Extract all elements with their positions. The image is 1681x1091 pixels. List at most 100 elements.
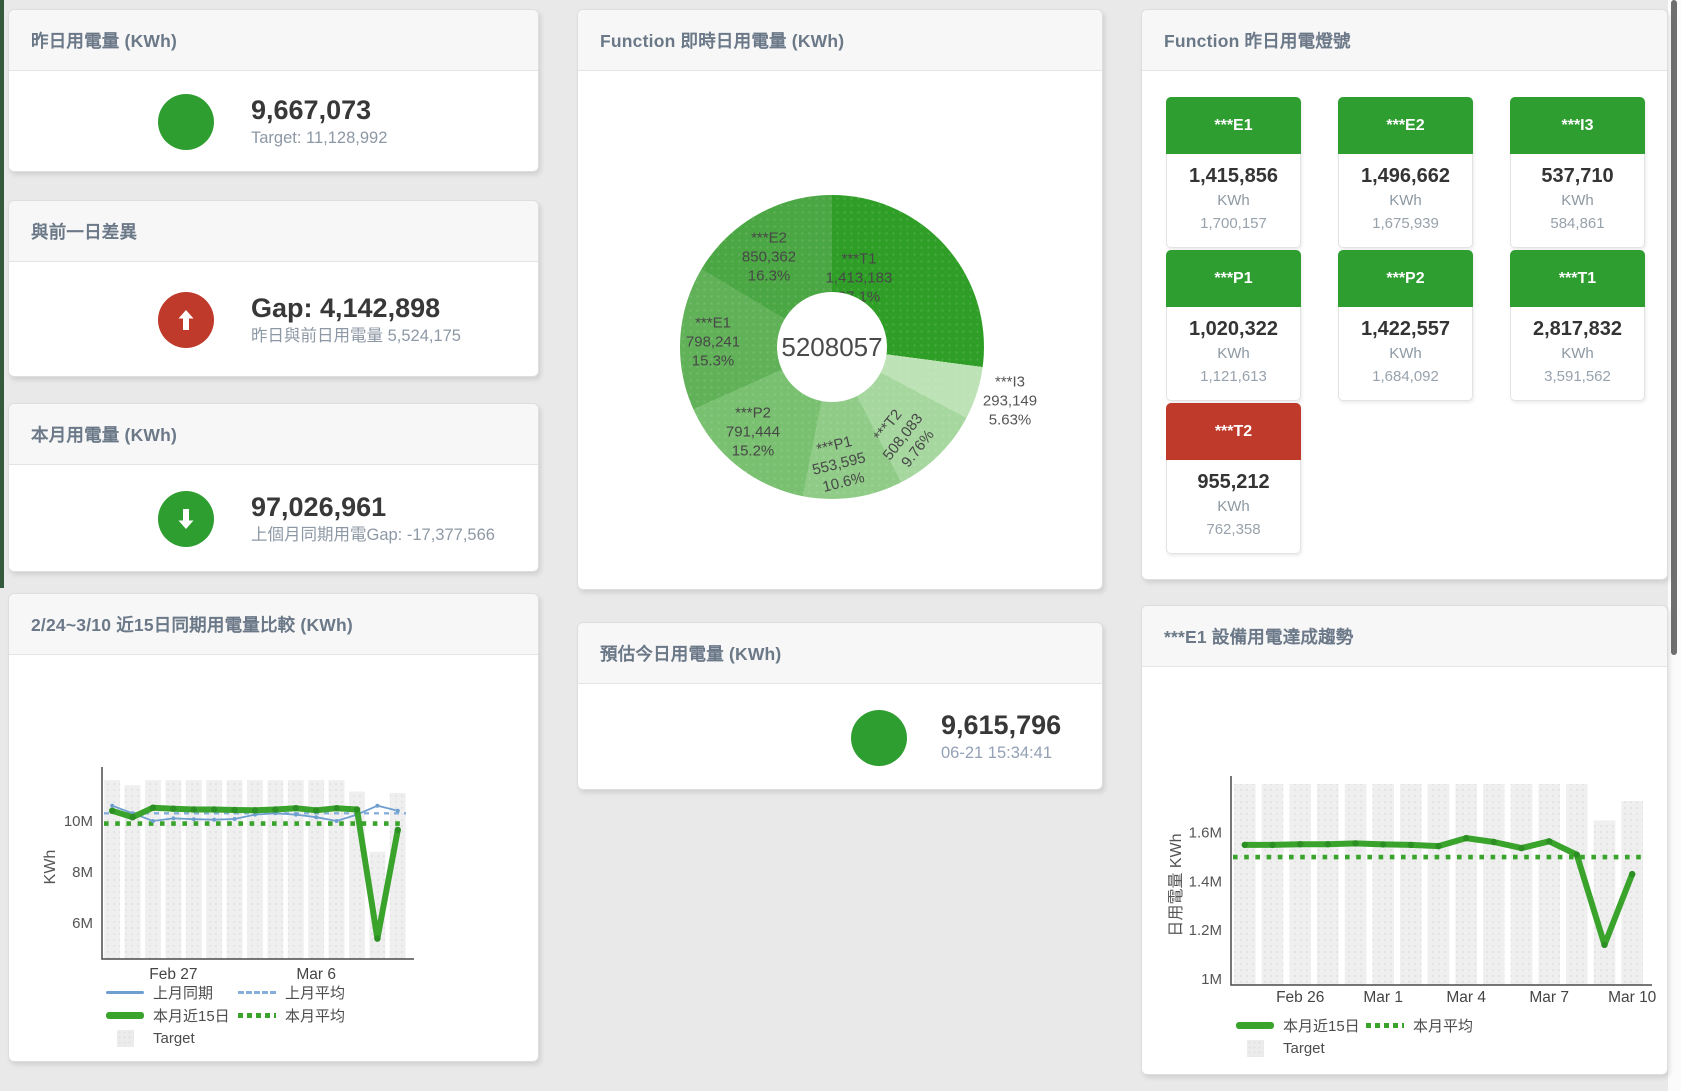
arrow-down-glyph [172,504,200,534]
title-text: 與前一日差異 [31,219,137,244]
legend-label: 上月平均 [285,982,345,1003]
legend-swatch-target [1236,1040,1274,1058]
light-tile-unit: KWh [1167,495,1300,518]
legend-item-target[interactable]: Target [106,1027,238,1050]
legend-swatch-blue-dash [238,984,276,1002]
light-tile-unit: KWh [1339,342,1472,365]
light-tile-body: 955,212KWh762,358 [1166,460,1301,554]
legend-item-target[interactable]: Target [1236,1037,1366,1060]
title-text: Function 昨日用電燈號 [1164,28,1351,53]
trend-chart-legend: 本月近15日 本月平均 Target [1236,1014,1496,1060]
compare-chart-legend: 上月同期 上月平均本月近15日 本月平均 Target [106,981,370,1050]
light-tile-header: ***P1 [1166,250,1301,307]
card-title: Function 昨日用電燈號 [1142,10,1667,71]
svg-text:Feb 26: Feb 26 [1276,989,1324,1006]
card-status-lights: Function 昨日用電燈號 ***E11,415,856KWh1,700,1… [1141,9,1668,580]
arrow-up-icon [158,292,214,348]
light-tile-body: 537,710KWh584,861 [1510,154,1645,248]
light-tile-p2: ***P21,422,557KWh1,684,092 [1338,250,1473,401]
arrow-up-glyph [172,305,200,335]
legend-item-green-dot[interactable]: 本月平均 [1366,1014,1496,1037]
light-tile-unit: KWh [1511,342,1644,365]
svg-text:1.6M: 1.6M [1189,825,1222,842]
kpi-subtext: Target: 11,128,992 [251,126,387,150]
legend-label: Target [1283,1040,1325,1057]
card-title: 與前一日差異 [9,201,538,262]
title-text: 預估今日用電量 (KWh) [600,641,781,666]
status-circle-icon [158,94,214,150]
left-edge-strip [0,0,4,588]
card-title: 昨日用電量 (KWh) [9,10,538,71]
donut-chart[interactable]: 5208057 ***T11,413,18327.1%***I3293,1495… [680,195,984,499]
light-tile-value: 2,817,832 [1511,316,1644,342]
legend-item-blue-line[interactable]: 上月同期 [106,981,238,1004]
light-tile-unit: KWh [1511,189,1644,212]
svg-text:1.2M: 1.2M [1189,922,1222,939]
light-tile-header: ***E1 [1166,97,1301,154]
kpi-subtext: 上個月同期用電Gap: -17,377,566 [251,523,495,547]
svg-text:10M: 10M [64,813,93,830]
legend-item-green-dot[interactable]: 本月平均 [238,1004,370,1027]
light-tile-value: 1,415,856 [1167,163,1300,189]
kpi-timestamp: 06-21 15:34:41 [941,741,1061,765]
legend-item-green-bold[interactable]: 本月近15日 [1236,1014,1366,1037]
legend-swatch-green-bold [106,1007,144,1025]
card-prev-day-gap: 與前一日差異 Gap: 4,142,898 昨日與前日用電量 5,524,175 [8,200,539,377]
legend-item-green-bold[interactable]: 本月近15日 [106,1004,238,1027]
card-month-usage: 本月用電量 (KWh) 97,026,961 上個月同期用電Gap: -17,3… [8,403,539,572]
card-title: 本月用電量 (KWh) [9,404,538,465]
legend-label: 本月平均 [285,1005,345,1026]
legend-label: 上月同期 [153,982,213,1003]
card-realtime-donut: Function 即時日用電量 (KWh) 5208057 ***T11,413… [577,9,1103,590]
title-text: 2/24~3/10 近15日同期用電量比較 (KWh) [31,612,353,637]
donut-slice-label: ***E1798,24115.3% [686,314,740,371]
light-tile-header: ***P2 [1338,250,1473,307]
svg-text:日用電量 KWh: 日用電量 KWh [1168,833,1185,936]
svg-text:1.4M: 1.4M [1189,873,1222,890]
kpi-value: 9,615,796 [941,710,1061,741]
legend-swatch-green-bold [1236,1017,1274,1035]
scrollbar-track[interactable] [1668,0,1681,1091]
title-text: 本月用電量 (KWh) [31,422,177,447]
card-e1-trend-chart: ***E1 設備用電達成趨勢 1M1.2M1.4M1.6MFeb 26Mar 1… [1141,605,1668,1075]
light-tile-e2: ***E21,496,662KWh1,675,939 [1338,97,1473,248]
card-title: 2/24~3/10 近15日同期用電量比較 (KWh) [9,594,538,655]
donut-slice-label: ***I3293,1495.63% [983,373,1037,430]
light-tile-header: ***E2 [1338,97,1473,154]
card-estimate-today: 預估今日用電量 (KWh) 9,615,796 06-21 15:34:41 [577,622,1103,790]
svg-text:Mar 4: Mar 4 [1446,989,1486,1006]
legend-label: 本月近15日 [153,1005,230,1026]
card-title: Function 即時日用電量 (KWh) [578,10,1102,71]
legend-swatch-target [106,1030,144,1048]
scrollbar-thumb[interactable] [1671,0,1677,655]
card-compare-chart: 2/24~3/10 近15日同期用電量比較 (KWh) 6M8M10MFeb 2… [8,593,539,1062]
light-tile-target: 762,358 [1167,518,1300,541]
light-tile-i3: ***I3537,710KWh584,861 [1510,97,1645,248]
kpi-value: Gap: 4,142,898 [251,293,461,324]
light-tile-target: 1,700,157 [1167,212,1300,235]
light-tile-body: 1,020,322KWh1,121,613 [1166,307,1301,401]
legend-label: 本月平均 [1413,1015,1473,1036]
light-tile-target: 1,675,939 [1339,212,1472,235]
light-tile-header: ***I3 [1510,97,1645,154]
light-tile-body: 2,817,832KWh3,591,562 [1510,307,1645,401]
donut-slice-label: ***P2791,44415.2% [726,404,780,461]
svg-text:KWh: KWh [42,850,59,885]
kpi-value: 97,026,961 [251,492,495,523]
light-tile-header: ***T2 [1166,403,1301,460]
light-tile-body: 1,496,662KWh1,675,939 [1338,154,1473,248]
kpi-value: 9,667,073 [251,95,387,126]
light-tile-header: ***T1 [1510,250,1645,307]
status-circle-icon [851,710,907,766]
light-tile-value: 537,710 [1511,163,1644,189]
status-tiles-grid: ***E11,415,856KWh1,700,157***E21,496,662… [1142,71,1667,582]
light-tile-body: 1,415,856KWh1,700,157 [1166,154,1301,248]
arrow-down-icon [158,491,214,547]
legend-swatch-blue-line [106,984,144,1002]
light-tile-value: 1,020,322 [1167,316,1300,342]
svg-text:1M: 1M [1201,971,1222,988]
legend-swatch-green-dot [1366,1017,1404,1035]
legend-item-blue-dash[interactable]: 上月平均 [238,981,370,1004]
light-tile-t1: ***T12,817,832KWh3,591,562 [1510,250,1645,401]
kpi-subtext: 昨日與前日用電量 5,524,175 [251,324,461,348]
